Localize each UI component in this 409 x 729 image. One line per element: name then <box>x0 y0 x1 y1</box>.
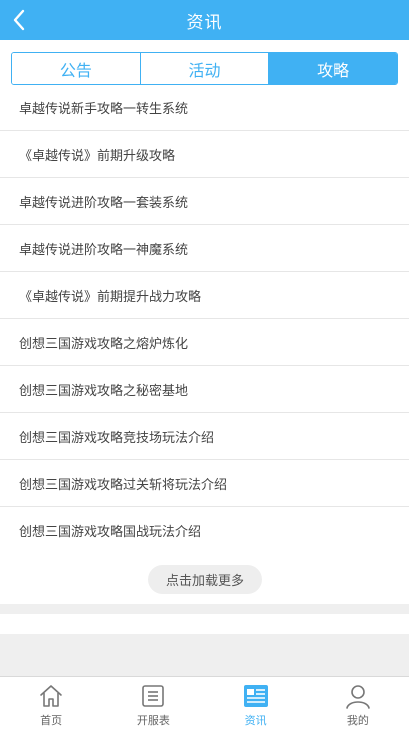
list-item[interactable]: 创想三国游戏攻略过关斩将玩法介绍 <box>0 460 409 507</box>
list-item[interactable]: 创想三国游戏攻略国战玩法介绍 <box>0 507 409 554</box>
nav-label: 资讯 <box>244 714 267 727</box>
tab-announcements[interactable]: 公告 <box>12 53 140 84</box>
list-item[interactable]: 卓越传说新手攻略一转生系统 <box>0 85 409 131</box>
nav-item-news[interactable]: 资讯 <box>205 677 307 729</box>
nav-item-home[interactable]: 首页 <box>0 677 102 729</box>
load-more-button[interactable]: 点击加载更多 <box>148 565 262 594</box>
list-item[interactable]: 《卓越传说》前期提升战力攻略 <box>0 272 409 319</box>
nav-item-server-list[interactable]: 开服表 <box>102 677 204 729</box>
user-icon <box>345 683 371 709</box>
category-tabs: 公告 活动 攻略 <box>11 52 398 85</box>
footer-spacer <box>0 634 409 676</box>
bottom-nav: 首页 开服表 资讯 我的 <box>0 676 409 729</box>
list-item[interactable]: 《卓越传说》前期升级攻略 <box>0 131 409 178</box>
server-list-icon <box>140 683 166 709</box>
back-button[interactable] <box>4 0 34 40</box>
header-bar: 资讯 <box>0 0 409 40</box>
home-icon <box>38 683 64 709</box>
nav-label: 开服表 <box>136 714 170 727</box>
news-icon <box>243 683 269 709</box>
page: 资讯 公告 活动 攻略 卓越传说新手攻略一转生系统 《卓越传说》前期升级攻略 卓… <box>0 0 409 729</box>
list-item[interactable]: 创想三国游戏攻略之熔炉炼化 <box>0 319 409 366</box>
list-item[interactable]: 卓越传说进阶攻略一神魔系统 <box>0 225 409 272</box>
nav-label: 首页 <box>40 714 63 727</box>
chevron-left-icon <box>13 9 25 31</box>
nav-label: 我的 <box>346 714 369 727</box>
list-item[interactable]: 创想三国游戏攻略竞技场玩法介绍 <box>0 413 409 460</box>
list-item[interactable]: 创想三国游戏攻略之秘密基地 <box>0 366 409 413</box>
divider <box>0 604 409 614</box>
nav-item-profile[interactable]: 我的 <box>307 677 409 729</box>
tab-events[interactable]: 活动 <box>139 53 269 84</box>
article-list: 卓越传说新手攻略一转生系统 《卓越传说》前期升级攻略 卓越传说进阶攻略一套装系统… <box>0 85 409 554</box>
page-title: 资讯 <box>186 12 223 33</box>
tab-guides[interactable]: 攻略 <box>268 53 397 84</box>
list-item[interactable]: 卓越传说进阶攻略一套装系统 <box>0 178 409 225</box>
